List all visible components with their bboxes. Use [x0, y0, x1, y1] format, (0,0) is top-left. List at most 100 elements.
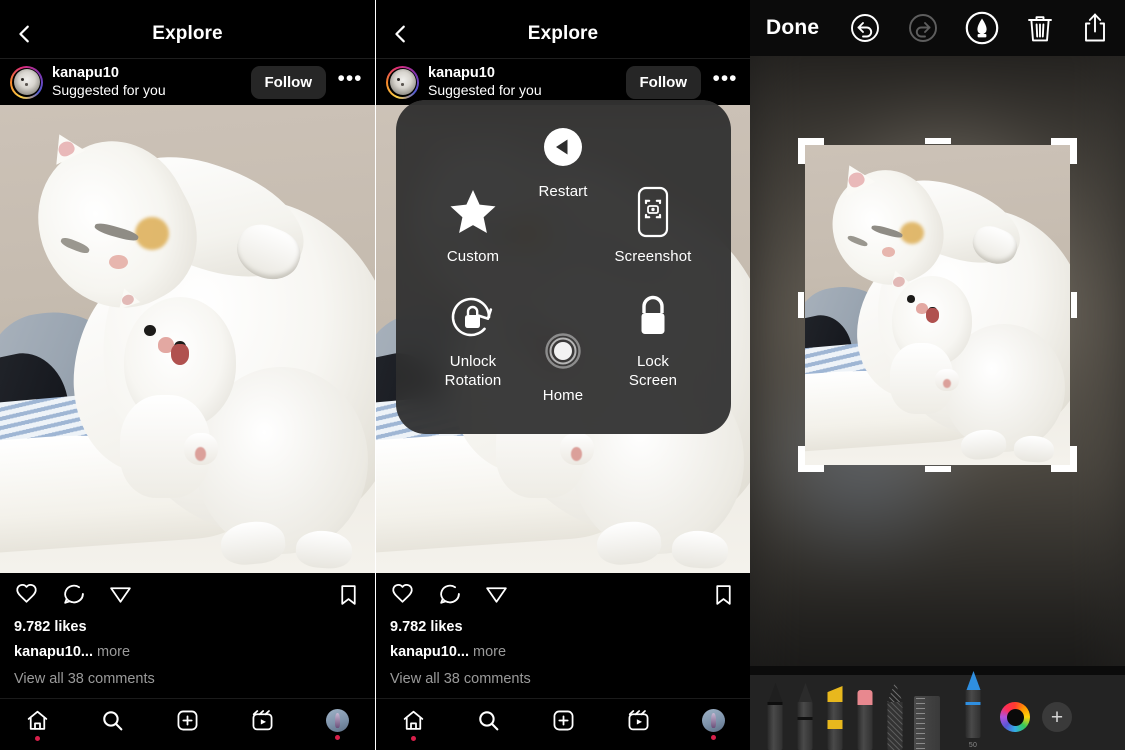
follow-button[interactable]: Follow	[250, 65, 326, 99]
eraser-tool[interactable]	[852, 684, 878, 750]
post-meta-2: 9.782 likes kanapu10... more View all 38…	[376, 615, 750, 693]
done-button[interactable]: Done	[766, 16, 819, 40]
avatar-image	[13, 69, 40, 95]
avatar-inner-2	[388, 67, 417, 97]
search-icon	[476, 708, 501, 733]
markup-pen-icon[interactable]	[965, 11, 999, 45]
caption-more-link-2[interactable]: more	[473, 644, 506, 660]
tab-create[interactable]	[150, 708, 225, 741]
pen-tool[interactable]	[762, 683, 788, 750]
comment-bubble-icon[interactable]	[437, 582, 462, 607]
assistive-item-lock-screen[interactable]: Lock Screen	[597, 288, 709, 391]
tab-reels[interactable]	[225, 708, 300, 741]
add-tool-button[interactable]: +	[1042, 702, 1072, 732]
view-comments-link[interactable]: View all 38 comments	[14, 666, 361, 693]
assistive-label-custom: Custom	[446, 248, 500, 265]
assistive-label-restart: Restart	[538, 183, 588, 200]
rotation-lock-icon	[448, 288, 498, 346]
share-paperplane-icon[interactable]	[484, 582, 509, 607]
more-options-icon[interactable]: •••	[335, 68, 365, 96]
smudge-tool[interactable]	[882, 682, 908, 750]
home-icon	[401, 708, 426, 733]
share-paperplane-icon[interactable]	[108, 582, 133, 607]
back-button-2[interactable]	[384, 17, 418, 51]
redo-icon	[907, 12, 939, 44]
highlighter-tool[interactable]: 50	[822, 684, 848, 750]
share-up-icon[interactable]	[1081, 12, 1109, 44]
post-header: kanapu10 Suggested for you Follow •••	[0, 59, 375, 105]
undo-icon[interactable]	[849, 12, 881, 44]
post-meta: 9.782 likes kanapu10... more View all 38…	[0, 615, 375, 693]
view-comments-link-2[interactable]: View all 38 comments	[390, 666, 736, 693]
comment-bubble-icon[interactable]	[61, 582, 86, 607]
tab-search[interactable]	[75, 708, 150, 741]
assistive-label-home: Home	[542, 387, 584, 404]
tab-profile[interactable]	[300, 709, 375, 740]
post-caption: kanapu10... more	[14, 640, 361, 665]
likes-count[interactable]: 9.782 likes	[14, 615, 361, 640]
bookmark-icon[interactable]	[336, 582, 361, 607]
photo-scene-3	[805, 145, 1070, 465]
caption-more-link[interactable]: more	[97, 644, 130, 660]
post-subtitle-2: Suggested for you	[428, 82, 542, 99]
avatar[interactable]	[10, 65, 43, 99]
three-panel-screenshot: Explore kanapu10 Suggested for you Follo…	[0, 0, 1125, 750]
blue-pen-size-label: 50	[968, 742, 978, 749]
tab-bar	[0, 698, 375, 750]
status-bar-2	[376, 0, 750, 10]
profile-badge-dot	[335, 735, 340, 740]
profile-avatar-icon	[702, 709, 725, 732]
caption-username[interactable]: kanapu10...	[14, 644, 93, 660]
caption-username-2[interactable]: kanapu10...	[390, 644, 469, 660]
avatar-inner	[12, 67, 41, 97]
follow-button-2[interactable]: Follow	[625, 65, 701, 99]
trash-icon[interactable]	[1025, 12, 1055, 44]
ruler-tool[interactable]	[912, 684, 942, 750]
post-photo[interactable]	[0, 105, 375, 573]
tab-search-2[interactable]	[451, 708, 526, 741]
star-icon	[449, 183, 497, 241]
tab-home[interactable]	[0, 708, 75, 741]
tab-reels-2[interactable]	[601, 708, 676, 741]
home-badge-dot-2	[411, 736, 416, 741]
assistive-label-lock-screen: Lock Screen	[628, 353, 678, 389]
post-subtitle: Suggested for you	[52, 82, 166, 99]
avatar-2[interactable]	[386, 65, 419, 99]
lock-icon	[634, 288, 672, 346]
restart-icon	[543, 118, 583, 176]
home-circle-icon	[545, 322, 581, 380]
navbar-2: Explore	[376, 10, 750, 58]
photo-scene	[0, 105, 375, 573]
more-options-icon-2[interactable]: •••	[710, 68, 740, 96]
reels-icon	[250, 708, 275, 733]
crop-selection[interactable]	[798, 138, 1077, 472]
tab-create-2[interactable]	[526, 708, 601, 741]
cropped-image[interactable]	[805, 145, 1070, 465]
markup-palette-bar: 50 +	[750, 666, 1125, 750]
heart-icon[interactable]	[14, 582, 39, 607]
assistive-label-unlock-rotation: Unlock Rotation	[444, 353, 502, 389]
profile-avatar-icon	[326, 709, 349, 732]
chevron-left-icon	[14, 23, 36, 45]
color-wheel-center	[1006, 708, 1024, 726]
screenshot-icon	[637, 183, 669, 241]
pencil-tool[interactable]	[792, 683, 818, 750]
avatar-image-2	[389, 69, 416, 95]
post-actions	[0, 573, 375, 615]
back-button[interactable]	[8, 17, 42, 51]
likes-count-2[interactable]: 9.782 likes	[390, 615, 736, 640]
bookmark-icon[interactable]	[711, 582, 736, 607]
post-username[interactable]: kanapu10	[52, 65, 242, 82]
instagram-panel-2: Explore kanapu10 Suggested for you Follo…	[375, 0, 750, 750]
assistive-item-custom[interactable]: Custom	[417, 183, 529, 267]
blue-pen-tool[interactable]: 50	[960, 671, 986, 750]
assistive-item-screenshot[interactable]: Screenshot	[597, 183, 709, 267]
tab-home-2[interactable]	[376, 708, 451, 741]
tab-bar-2	[376, 698, 750, 750]
post-username-2[interactable]: kanapu10	[428, 65, 617, 82]
heart-icon[interactable]	[390, 582, 415, 607]
color-wheel-icon[interactable]	[1000, 702, 1030, 732]
reels-icon	[626, 708, 651, 733]
navbar: Explore	[0, 10, 375, 58]
tab-profile-2[interactable]	[676, 709, 750, 740]
